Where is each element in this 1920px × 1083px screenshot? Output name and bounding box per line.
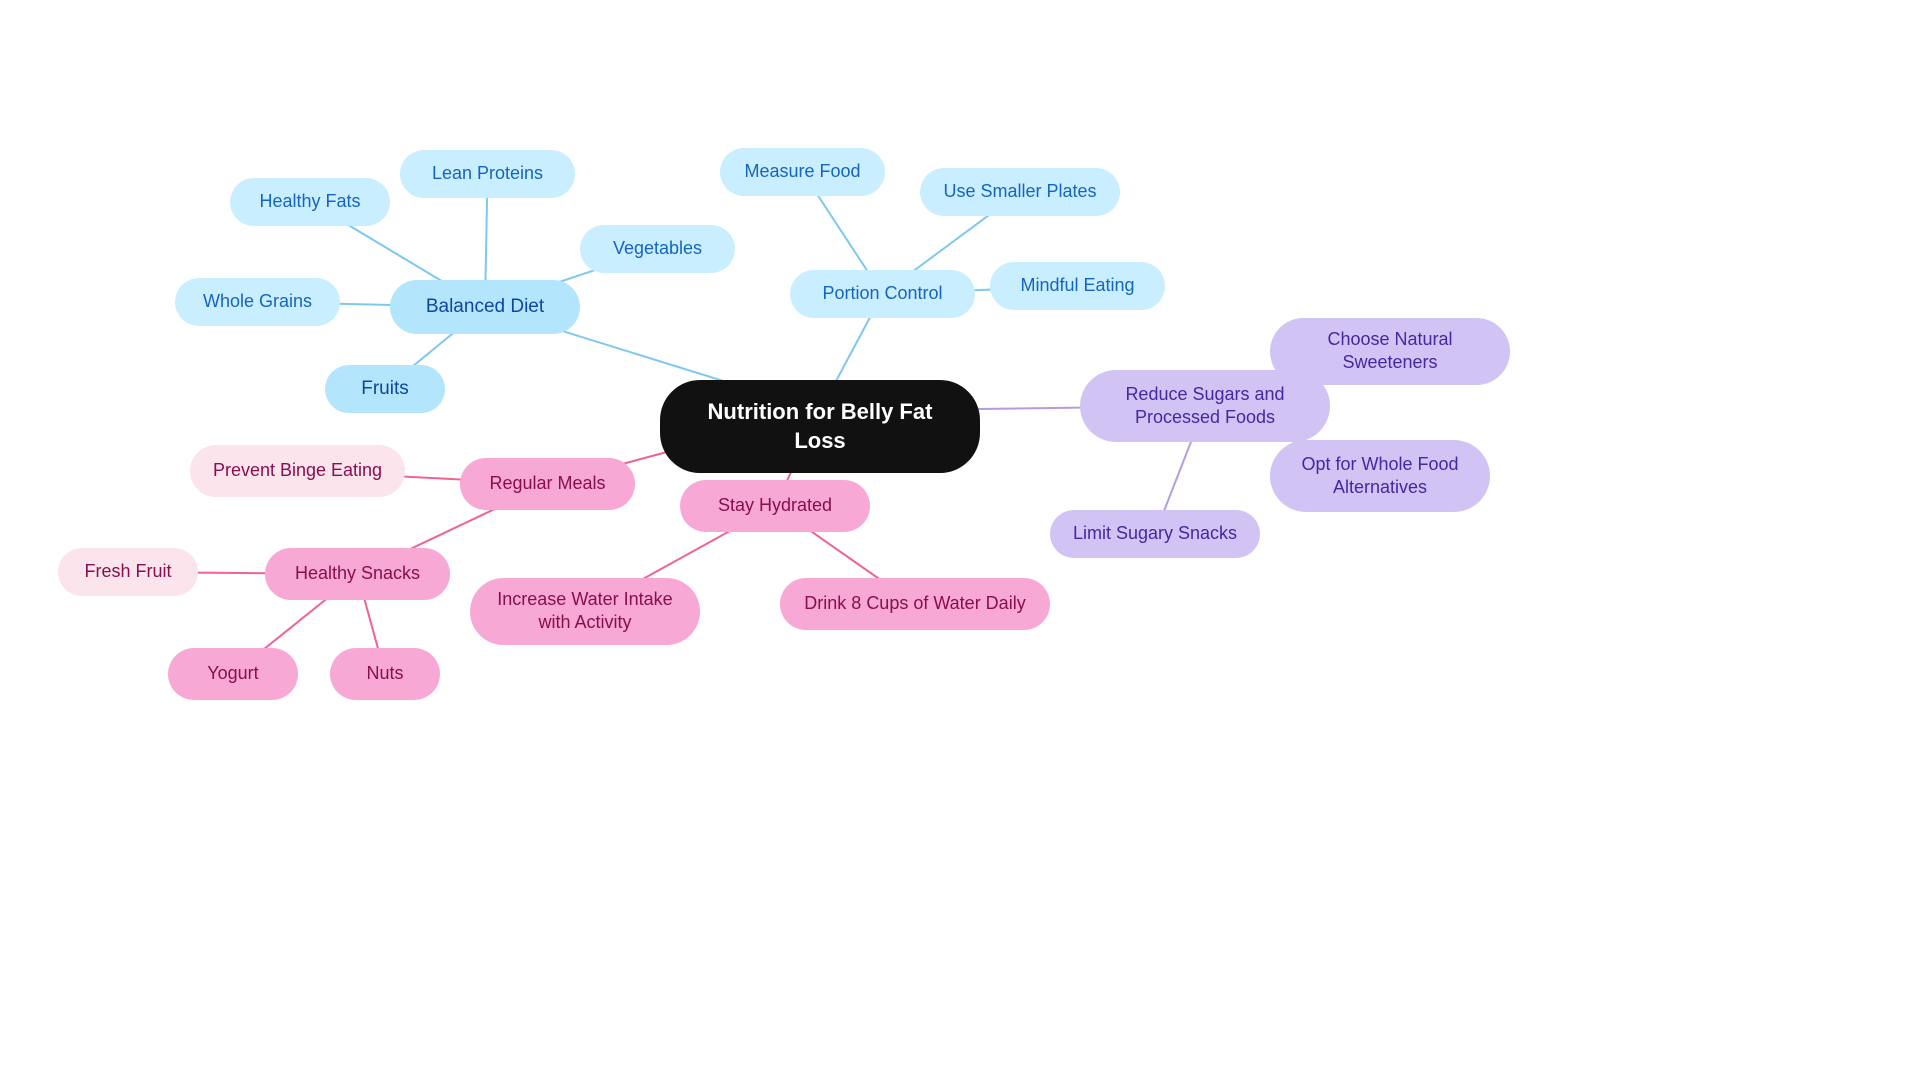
node-vegetables: Vegetables — [580, 225, 735, 273]
node-center: Nutrition for Belly Fat Loss — [660, 380, 980, 473]
node-lean-proteins: Lean Proteins — [400, 150, 575, 198]
node-increase-water: Increase Water Intake with Activity — [470, 578, 700, 645]
mindmap-svg — [0, 0, 1920, 1083]
node-measure-food: Measure Food — [720, 148, 885, 196]
node-healthy-fats: Healthy Fats — [230, 178, 390, 226]
node-mindful-eating: Mindful Eating — [990, 262, 1165, 310]
node-healthy-snacks: Healthy Snacks — [265, 548, 450, 600]
node-fresh-fruit: Fresh Fruit — [58, 548, 198, 596]
node-fruits: Fruits — [325, 365, 445, 413]
node-stay-hydrated: Stay Hydrated — [680, 480, 870, 532]
node-whole-grains: Whole Grains — [175, 278, 340, 326]
node-yogurt: Yogurt — [168, 648, 298, 700]
node-drink-8cups: Drink 8 Cups of Water Daily — [780, 578, 1050, 630]
node-regular-meals: Regular Meals — [460, 458, 635, 510]
node-nuts: Nuts — [330, 648, 440, 700]
node-limit-sugary: Limit Sugary Snacks — [1050, 510, 1260, 558]
node-use-smaller-plates: Use Smaller Plates — [920, 168, 1120, 216]
node-opt-whole-food: Opt for Whole Food Alternatives — [1270, 440, 1490, 512]
node-choose-natural: Choose Natural Sweeteners — [1270, 318, 1510, 385]
node-portion-control: Portion Control — [790, 270, 975, 318]
node-balanced-diet: Balanced Diet — [390, 280, 580, 334]
node-prevent-binge: Prevent Binge Eating — [190, 445, 405, 497]
